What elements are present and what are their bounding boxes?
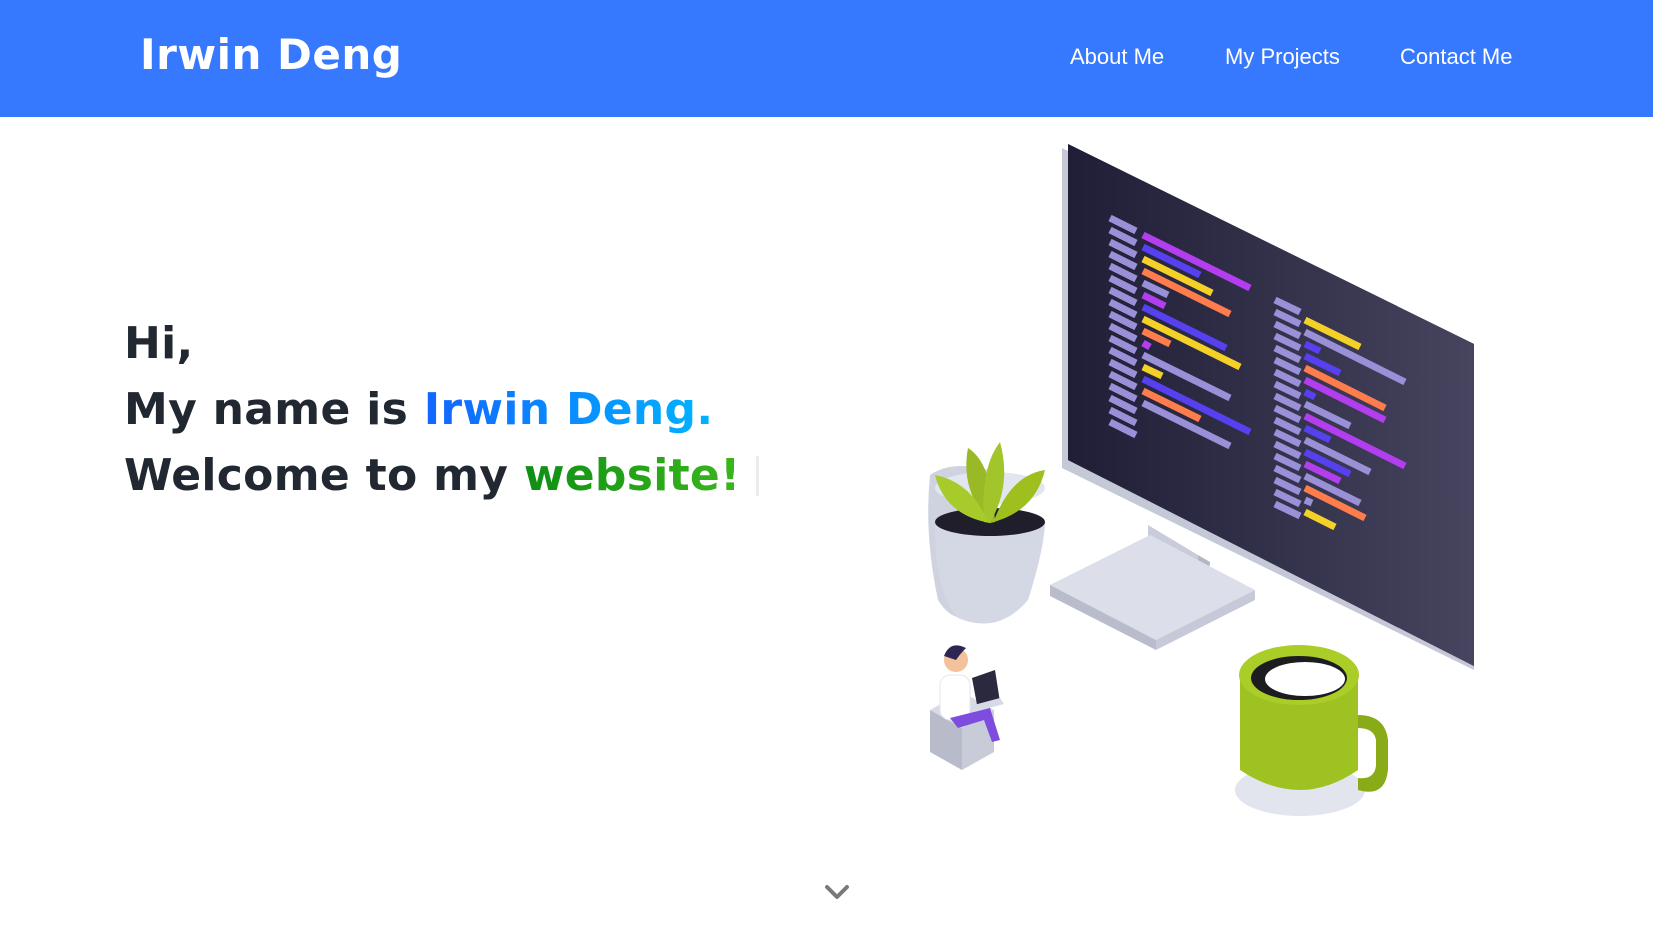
hero-name: Irwin Deng.	[423, 384, 714, 435]
navbar: Irwin Deng About Me My Projects Contact …	[0, 0, 1653, 117]
hero-greeting: Hi,	[124, 318, 194, 369]
nav-about-me[interactable]: About Me	[1070, 44, 1164, 70]
hero-welcome-line: Welcome to my website!	[124, 450, 760, 501]
hero-name-prefix: My name is	[124, 384, 424, 435]
typing-cursor	[756, 456, 760, 496]
coffee-mug	[1235, 645, 1388, 816]
person-with-laptop	[930, 645, 1004, 770]
nav-my-projects[interactable]: My Projects	[1225, 44, 1340, 70]
hero-website-highlight: website!	[523, 450, 741, 501]
plant-pot	[928, 442, 1045, 624]
developer-illustration	[928, 144, 1474, 816]
brand-logo[interactable]: Irwin Deng	[140, 30, 402, 79]
hero-name-line: My name is Irwin Deng.	[124, 384, 713, 435]
hero-welcome-prefix: Welcome to my	[124, 450, 524, 501]
nav-contact-me[interactable]: Contact Me	[1400, 44, 1513, 70]
chevron-down-icon[interactable]	[822, 880, 852, 904]
